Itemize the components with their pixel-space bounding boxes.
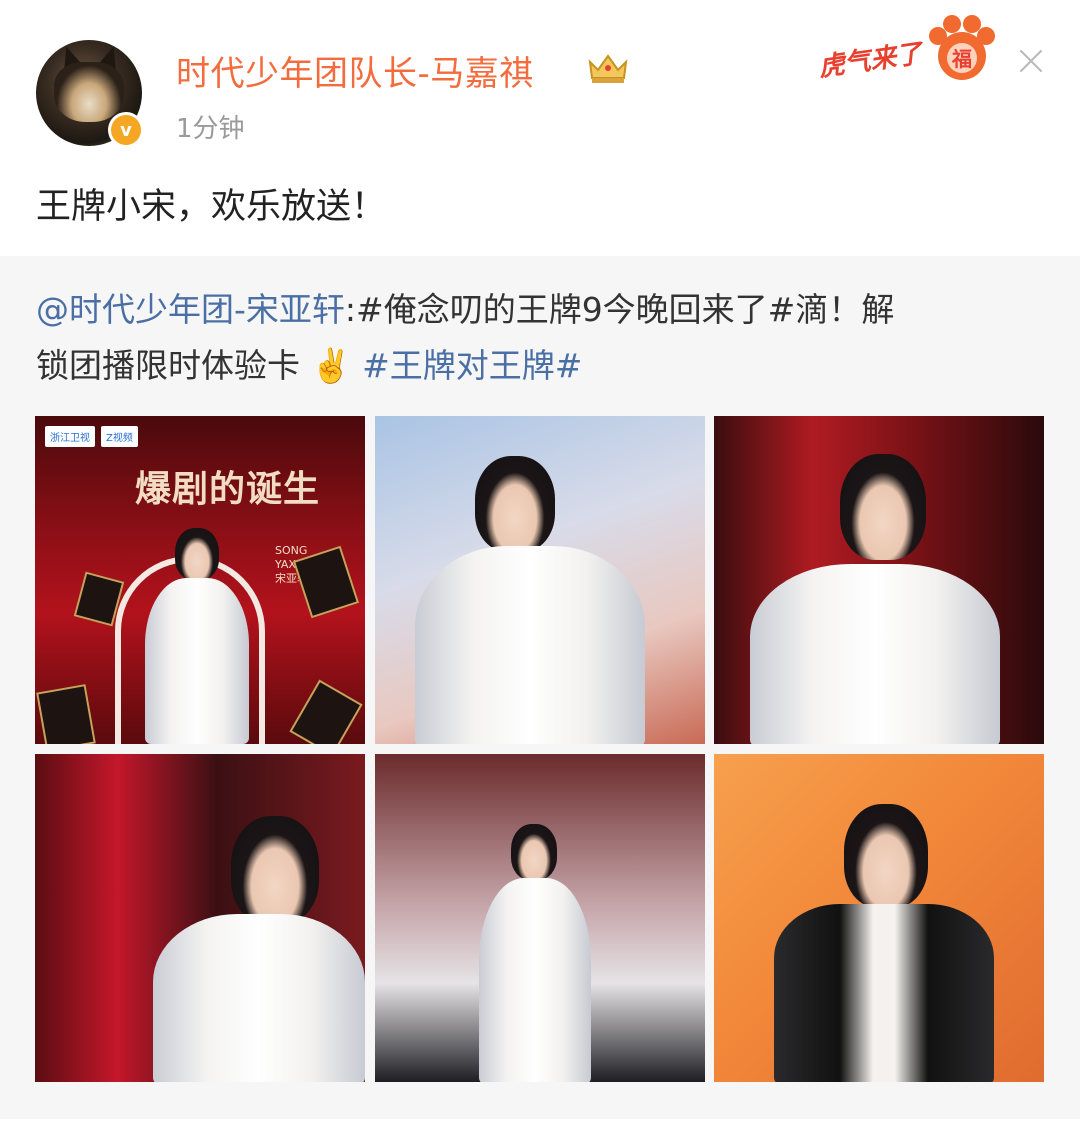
photo-person-head: [475, 456, 555, 552]
post-timestamp: 1分钟: [176, 114, 245, 144]
poster-logo-zvideo: Z视频: [101, 426, 138, 447]
repost-body-2: 锁团播限时体验卡: [36, 346, 300, 385]
photo-person-head: [840, 454, 926, 560]
username[interactable]: 时代少年团队长-马嘉祺: [176, 46, 534, 95]
badge-text: 虎气来了: [816, 38, 924, 84]
photo-3[interactable]: [714, 416, 1044, 744]
poster-card: [289, 679, 363, 744]
photo-4[interactable]: [35, 754, 365, 1082]
photo-person-outfit: [415, 546, 645, 744]
weibo-post: v 时代少年团队长-马嘉祺 1分钟 虎气来了 福 王牌小宋，欢乐放送！ @时代少…: [0, 0, 1080, 1143]
photo-person-outfit: [153, 914, 365, 1082]
repost-block[interactable]: @时代少年团-宋亚轩:#俺念叨的王牌9今晚回来了#滴！解 锁团播限时体验卡 ✌️…: [0, 256, 1080, 1119]
paw-badge-icon: 福: [929, 15, 995, 80]
victory-hand-emoji: ✌️: [310, 346, 352, 385]
mention-link[interactable]: @时代少年团-宋亚轩: [36, 290, 345, 329]
poster-title: 爆剧的诞生: [135, 468, 321, 510]
tiger-badge[interactable]: 虎气来了 福: [816, 14, 1002, 90]
avatar-dog-face: [54, 62, 124, 122]
photo-grid: 浙江卫视 Z视频 爆剧的诞生 SONG YAXUAN 宋亚轩: [35, 416, 1045, 1086]
photo-6[interactable]: [714, 754, 1044, 1082]
photo-2[interactable]: [375, 416, 705, 744]
photo-person-head: [231, 816, 319, 924]
close-icon[interactable]: [1014, 44, 1048, 78]
photo-person-outfit: [774, 904, 994, 1082]
photo-person-head: [511, 824, 557, 880]
crown-icon: [588, 54, 628, 83]
svg-text:福: 福: [951, 47, 972, 71]
photo-person-head: [844, 804, 928, 908]
photo-5[interactable]: [375, 754, 705, 1082]
verified-icon: v: [108, 112, 144, 148]
post-text: 王牌小宋，欢乐放送！: [36, 187, 387, 227]
repost-body-1: :#俺念叨的王牌9今晚回来了#滴！解: [344, 290, 895, 329]
poster-card: [36, 684, 96, 744]
photo-person-outfit: [750, 564, 1000, 744]
photo-1[interactable]: 浙江卫视 Z视频 爆剧的诞生 SONG YAXUAN 宋亚轩: [35, 416, 365, 744]
topic-link[interactable]: #王牌对王牌#: [362, 346, 582, 385]
photo-person-head: [175, 528, 219, 580]
poster-logos: 浙江卫视 Z视频: [45, 426, 138, 447]
repost-text: @时代少年团-宋亚轩:#俺念叨的王牌9今晚回来了#滴！解 锁团播限时体验卡 ✌️…: [36, 282, 1046, 394]
photo-person-outfit: [479, 878, 591, 1082]
photo-person-outfit: [145, 578, 249, 744]
poster-logo-zhejiang: 浙江卫视: [45, 426, 95, 447]
